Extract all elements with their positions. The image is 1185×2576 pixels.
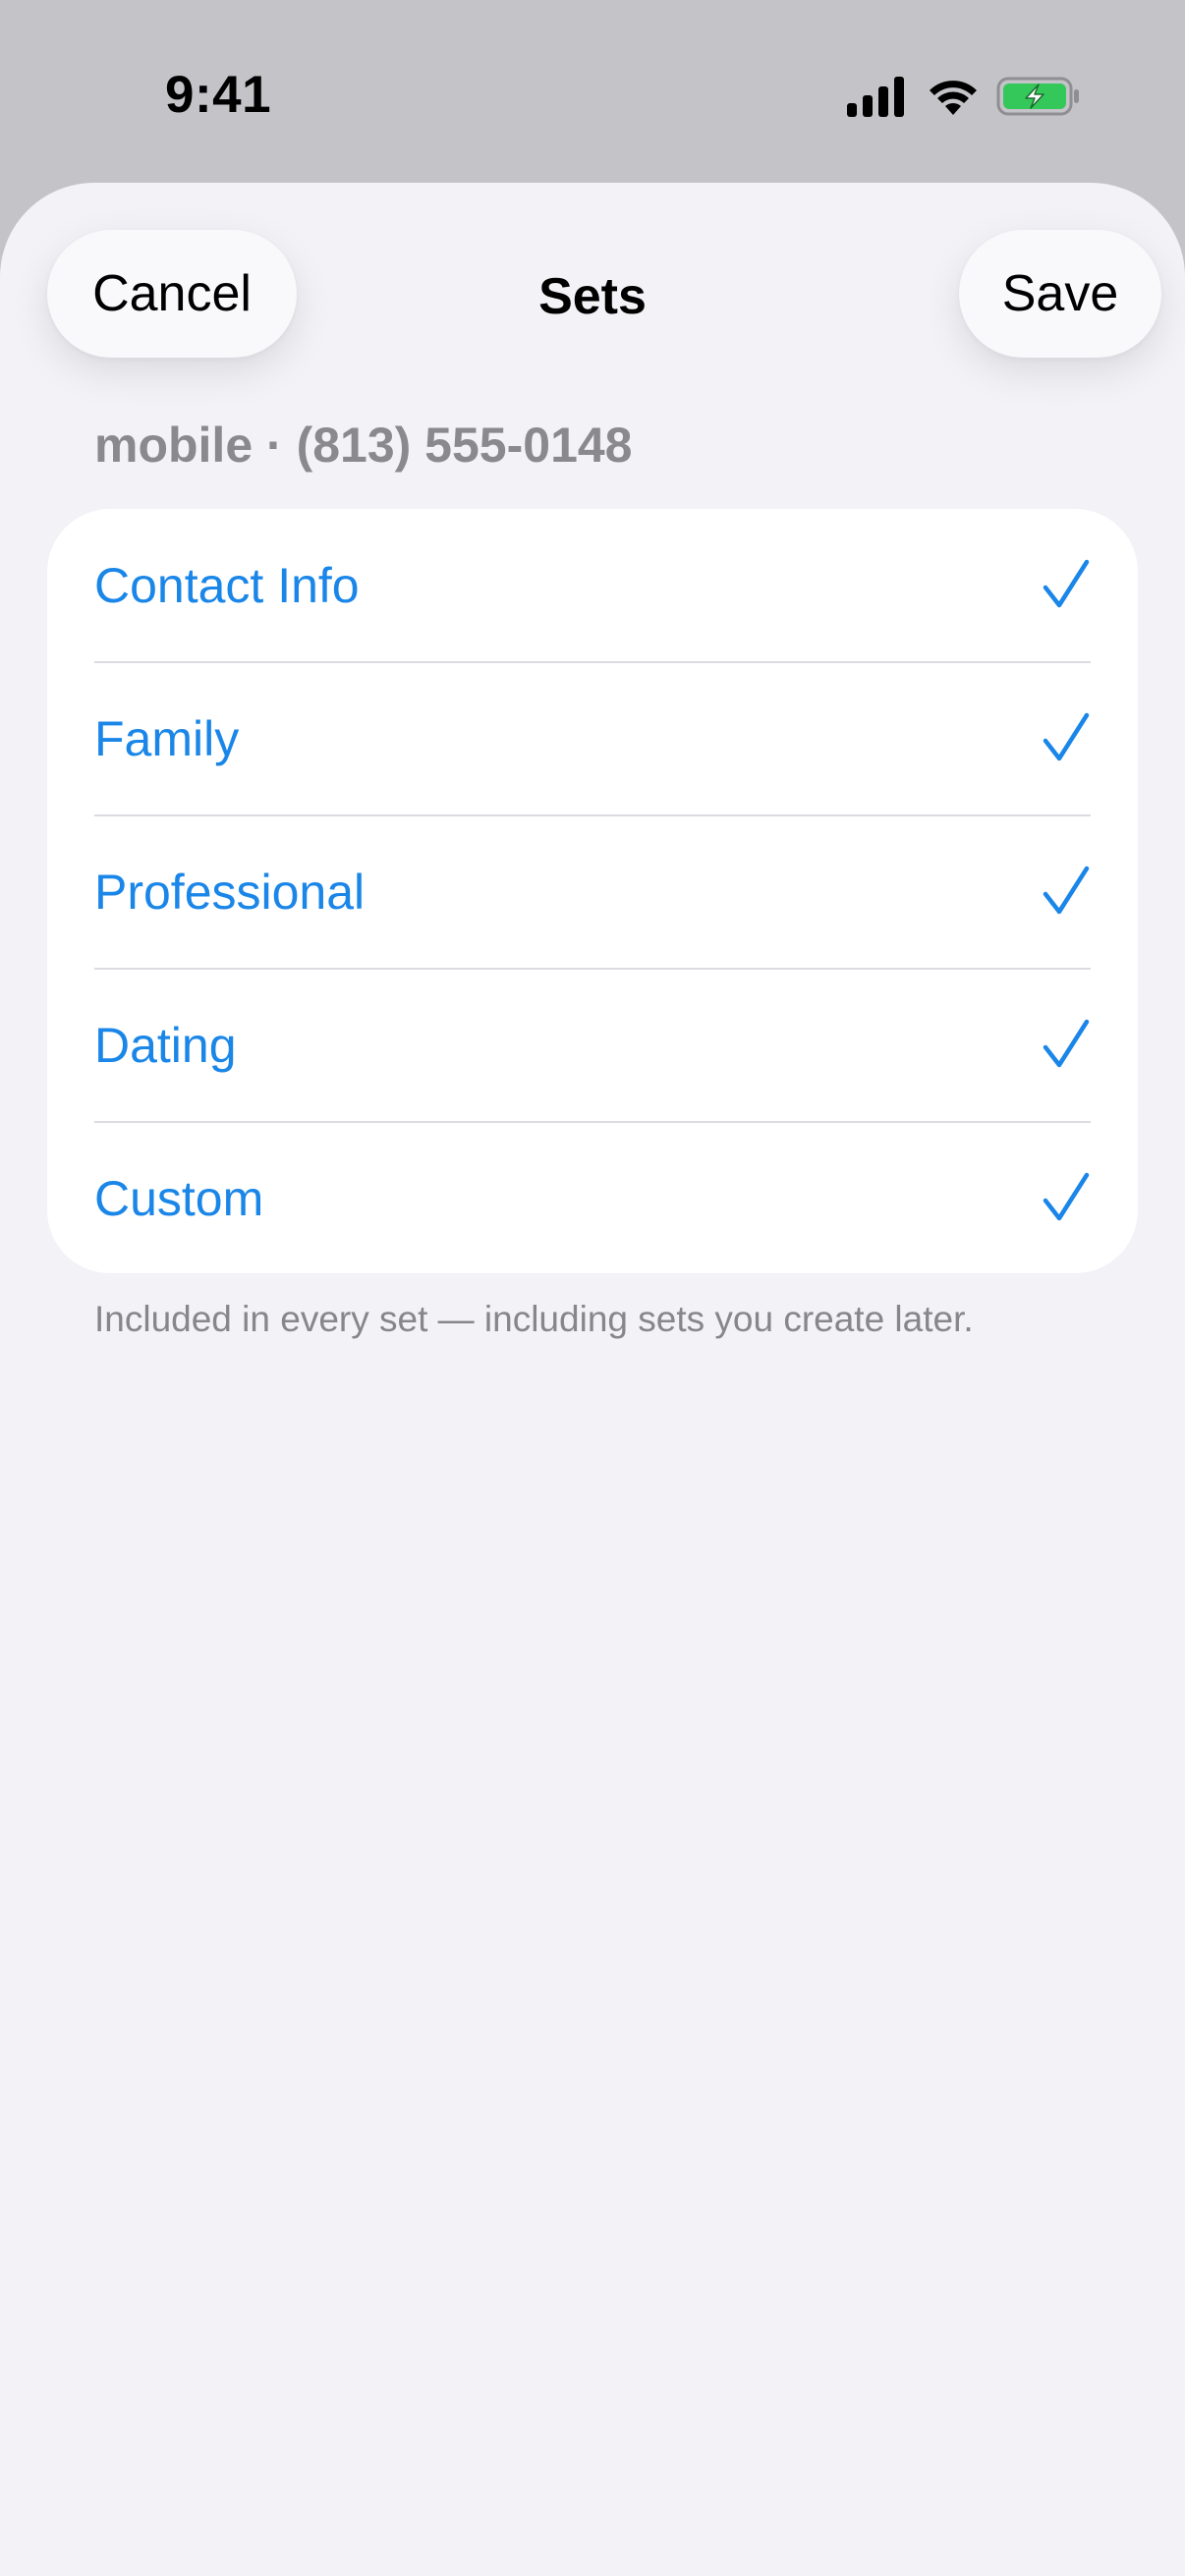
set-row-custom[interactable]: Custom bbox=[47, 1121, 1138, 1273]
status-bar: 9:41 bbox=[0, 0, 1185, 183]
set-label: Custom bbox=[94, 1171, 264, 1226]
sets-list: Contact Info Family Professional Dating … bbox=[47, 509, 1138, 1273]
set-row-professional[interactable]: Professional bbox=[47, 814, 1138, 969]
set-row-contact-info[interactable]: Contact Info bbox=[47, 509, 1138, 662]
cellular-signal-icon bbox=[847, 77, 904, 117]
checkmark-icon bbox=[1043, 866, 1090, 915]
battery-charging-icon bbox=[996, 77, 1079, 116]
set-row-dating[interactable]: Dating bbox=[47, 968, 1138, 1122]
set-row-family[interactable]: Family bbox=[47, 661, 1138, 815]
checkmark-icon bbox=[1043, 712, 1090, 761]
sets-footnote: Included in every set — including sets y… bbox=[94, 1299, 974, 1339]
save-button[interactable]: Save bbox=[959, 230, 1161, 358]
status-icons bbox=[847, 73, 1081, 120]
wifi-icon bbox=[930, 81, 977, 115]
set-label: Contact Info bbox=[94, 558, 360, 613]
contact-field-subtitle: mobile · (813) 555-0148 bbox=[94, 418, 633, 473]
set-label: Professional bbox=[94, 865, 366, 920]
checkmark-icon bbox=[1043, 1172, 1090, 1221]
status-time: 9:41 bbox=[165, 66, 272, 124]
sets-sheet: Cancel Sets Save mobile · (813) 555-0148… bbox=[0, 183, 1185, 2576]
checkmark-icon bbox=[1043, 559, 1090, 608]
set-label: Family bbox=[94, 711, 240, 766]
checkmark-icon bbox=[1043, 1019, 1090, 1068]
set-label: Dating bbox=[94, 1018, 237, 1073]
